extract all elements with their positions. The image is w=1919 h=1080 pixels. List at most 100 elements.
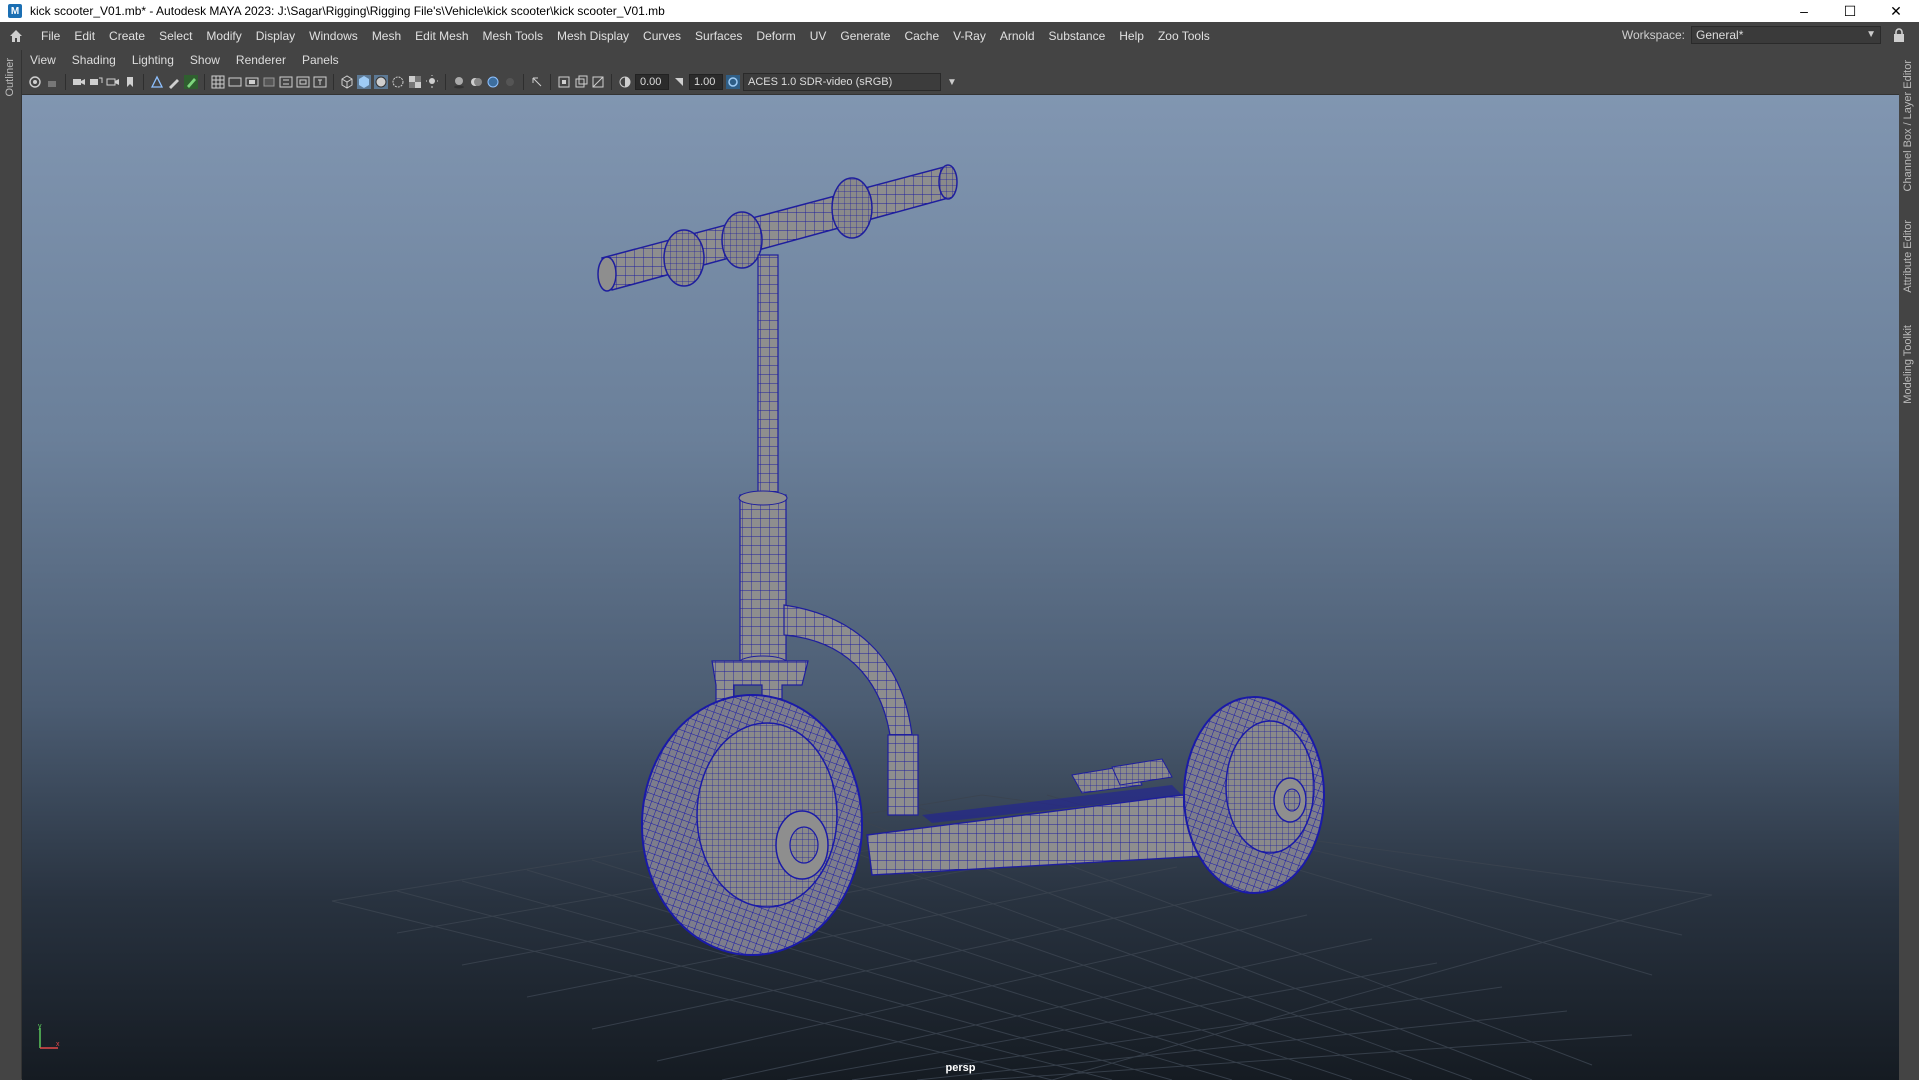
menu-file[interactable]: File (34, 29, 67, 43)
menu-deform[interactable]: Deform (749, 29, 802, 43)
exposure-field[interactable]: 0.00 (635, 74, 669, 90)
field-chart-icon[interactable] (279, 75, 293, 89)
workspace-label: Workspace: (1621, 28, 1685, 42)
shadows-icon[interactable] (452, 75, 466, 89)
gate-mask-icon[interactable] (262, 75, 276, 89)
menu-zoo-tools[interactable]: Zoo Tools (1151, 29, 1217, 43)
scene-canvas[interactable] (22, 95, 1899, 1080)
grease-pencil-icon[interactable] (167, 75, 181, 89)
right-dock-strip: Channel Box / Layer Editor Attribute Edi… (1898, 50, 1919, 1079)
bookmark-icon[interactable] (123, 75, 137, 89)
perspective-viewport[interactable]: y x persp (22, 94, 1899, 1080)
panel-menu-shading[interactable]: Shading (64, 53, 124, 67)
workspace-dropdown[interactable]: General* ▼ (1691, 26, 1881, 44)
isolate-select-icon[interactable] (530, 75, 544, 89)
safe-action-icon[interactable] (296, 75, 310, 89)
menu-mesh[interactable]: Mesh (365, 29, 408, 43)
menu-windows[interactable]: Windows (302, 29, 365, 43)
film-gate-icon[interactable] (228, 75, 242, 89)
toolbar-separator (550, 74, 551, 90)
front-wheel-mesh[interactable] (641, 694, 863, 956)
image-plane-icon[interactable] (106, 75, 120, 89)
camera-name-label: persp (945, 1062, 976, 1074)
panel-menu-lighting[interactable]: Lighting (124, 53, 182, 67)
xray-joints-icon[interactable] (557, 75, 571, 89)
close-button[interactable]: ✕ (1873, 0, 1919, 22)
textured-icon[interactable] (408, 75, 422, 89)
exposure-icon[interactable] (618, 75, 632, 89)
chevron-down-icon[interactable]: ▼ (944, 74, 960, 90)
lock-icon[interactable] (1893, 28, 1905, 42)
menu-cache[interactable]: Cache (897, 29, 946, 43)
resolution-gate-icon[interactable] (245, 75, 259, 89)
workspace-selector: Workspace: General* ▼ (1622, 26, 1905, 44)
maximize-button[interactable]: ☐ (1827, 0, 1873, 22)
safe-title-icon[interactable] (313, 75, 327, 89)
window-title: kick scooter_V01.mb* - Autodesk MAYA 202… (30, 4, 665, 18)
menu-edit[interactable]: Edit (67, 29, 102, 43)
menu-vray[interactable]: V-Ray (946, 29, 993, 43)
rear-wheel-mesh[interactable] (1183, 696, 1325, 894)
gamma-icon[interactable] (672, 75, 686, 89)
axis-x-label: x (56, 1041, 60, 1048)
workspace-value: General* (1696, 28, 1744, 42)
2d-pan-zoom-icon[interactable] (150, 75, 164, 89)
minimize-button[interactable]: – (1781, 0, 1827, 22)
menu-uv[interactable]: UV (803, 29, 834, 43)
panel-toolbar: 0.00 1.00 ACES 1.0 SDR-video (sRGB) ▼ (22, 70, 1899, 94)
toolbar-separator (65, 74, 66, 90)
smooth-shade-icon[interactable] (357, 75, 371, 89)
select-camera-icon[interactable] (28, 75, 42, 89)
panel-menu-bar: View Shading Lighting Show Renderer Pane… (22, 50, 1899, 70)
modeling-toolkit-tab[interactable]: Modeling Toolkit (1902, 325, 1914, 404)
menu-generate[interactable]: Generate (833, 29, 897, 43)
menu-display[interactable]: Display (249, 29, 302, 43)
view-transform-dropdown[interactable]: ACES 1.0 SDR-video (sRGB) (743, 73, 941, 91)
ambient-occlusion-icon[interactable] (469, 75, 483, 89)
channel-box-tab[interactable]: Channel Box / Layer Editor (1902, 60, 1914, 191)
menu-edit-mesh[interactable]: Edit Mesh (408, 29, 475, 43)
toolbar-separator (143, 74, 144, 90)
maya-app-icon: M (8, 4, 22, 18)
menu-help[interactable]: Help (1112, 29, 1151, 43)
xray-active-components-icon[interactable] (574, 75, 588, 89)
wireframe-on-shaded-icon[interactable] (374, 75, 388, 89)
menu-substance[interactable]: Substance (1042, 29, 1113, 43)
depth-of-field-icon[interactable] (503, 75, 517, 89)
window-controls: – ☐ ✕ (1781, 0, 1919, 22)
left-dock-strip: Outliner (0, 50, 22, 1079)
grid-icon[interactable] (211, 75, 225, 89)
backface-culling-icon[interactable] (591, 75, 605, 89)
wireframe-icon[interactable] (340, 75, 354, 89)
xray-icon[interactable] (391, 75, 405, 89)
panel-menu-view[interactable]: View (22, 53, 64, 67)
bookmarks-icon[interactable] (89, 75, 103, 89)
color-management-icon[interactable] (726, 75, 740, 89)
menu-modify[interactable]: Modify (199, 29, 248, 43)
menu-mesh-tools[interactable]: Mesh Tools (476, 29, 550, 43)
outliner-tab[interactable]: Outliner (4, 58, 16, 97)
home-icon[interactable] (8, 28, 24, 44)
steering-stem-mesh[interactable] (738, 254, 788, 671)
lock-camera-icon[interactable] (45, 75, 59, 89)
menu-curves[interactable]: Curves (636, 29, 688, 43)
gamma-field[interactable]: 1.00 (689, 74, 723, 90)
title-bar: M kick scooter_V01.mb* - Autodesk MAYA 2… (0, 0, 1919, 22)
toolbar-separator (611, 74, 612, 90)
lights-icon[interactable] (425, 75, 439, 89)
axis-gizmo: y x (38, 1023, 60, 1049)
menu-surfaces[interactable]: Surfaces (688, 29, 749, 43)
menu-create[interactable]: Create (102, 29, 152, 43)
axis-y-label: y (38, 1023, 42, 1030)
anti-aliasing-icon[interactable] (486, 75, 500, 89)
toolbar-separator (333, 74, 334, 90)
panel-menu-show[interactable]: Show (182, 53, 228, 67)
menu-mesh-display[interactable]: Mesh Display (550, 29, 636, 43)
attribute-editor-tab[interactable]: Attribute Editor (1902, 220, 1914, 293)
pencil-active-icon[interactable] (184, 75, 198, 89)
panel-menu-renderer[interactable]: Renderer (228, 53, 294, 67)
menu-select[interactable]: Select (152, 29, 199, 43)
menu-arnold[interactable]: Arnold (993, 29, 1042, 43)
panel-menu-panels[interactable]: Panels (294, 53, 347, 67)
camera-attributes-icon[interactable] (72, 75, 86, 89)
